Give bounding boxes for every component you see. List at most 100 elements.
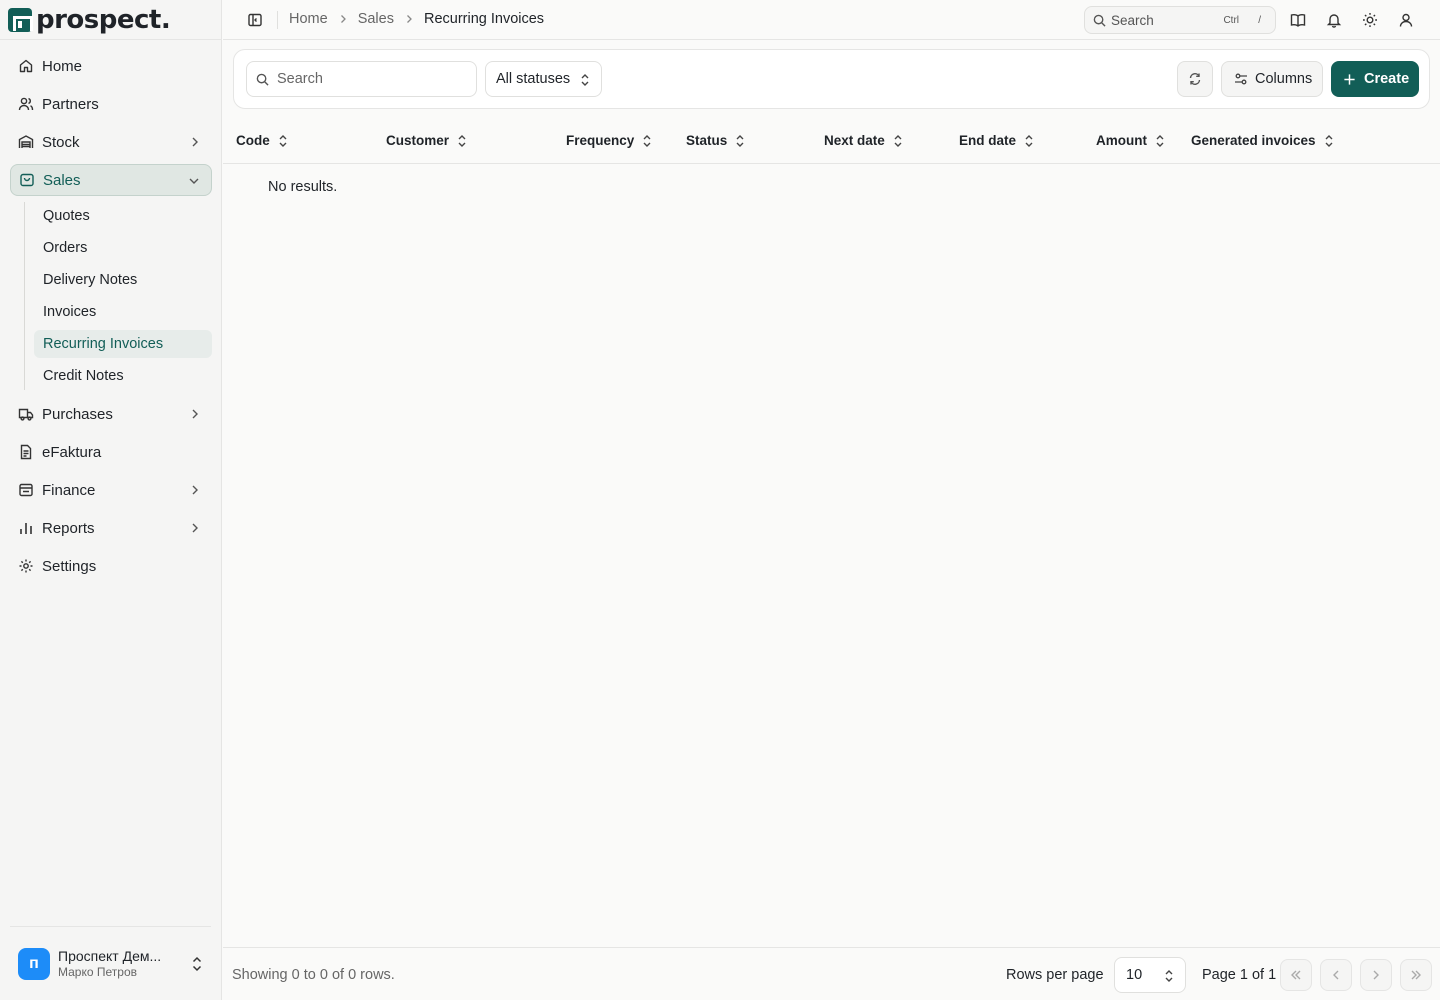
column-header-frequency[interactable]: Frequency <box>566 133 652 148</box>
sort-icon <box>894 134 902 147</box>
breadcrumb-current: Recurring Invoices <box>423 11 545 27</box>
search-icon <box>1093 14 1106 27</box>
sidebar-item-reports[interactable]: Reports <box>10 512 212 544</box>
first-page-button[interactable] <box>1280 959 1312 991</box>
bar-chart-icon <box>20 523 32 534</box>
sidebar-subitem-invoices[interactable]: Invoices <box>34 298 212 326</box>
breadcrumb-home[interactable]: Home <box>289 11 328 27</box>
sidebar-item-label: Partners <box>42 95 99 113</box>
column-header-customer[interactable]: Customer <box>386 133 467 148</box>
sidebar-item-settings[interactable]: Settings <box>10 550 212 582</box>
column-header-generated-invoices[interactable]: Generated invoices <box>1191 133 1334 148</box>
column-header-code[interactable]: Code <box>236 133 288 148</box>
chevron-right-icon <box>407 15 412 23</box>
chevrons-up-down-icon <box>581 74 589 86</box>
chevrons-right-icon <box>1411 970 1421 980</box>
column-header-label: Amount <box>1096 133 1147 148</box>
sidebar-item-finance[interactable]: Finance <box>10 474 212 506</box>
table-toolbar: All statuses Columns Create <box>233 49 1430 109</box>
account-name: Проспект Дем... <box>58 948 162 964</box>
pagination-footer: Showing 0 to 0 of 0 rows. Rows per page … <box>223 947 1440 1000</box>
global-search-label: Search <box>1111 12 1154 28</box>
column-header-amount[interactable]: Amount <box>1096 133 1165 148</box>
logo-text: prospect. <box>36 5 171 35</box>
sidebar-footer-divider <box>10 926 211 927</box>
status-filter-select[interactable]: All statuses <box>485 61 602 97</box>
chevron-right-icon <box>1373 970 1379 980</box>
bell-icon[interactable] <box>1326 12 1342 28</box>
page-info: Page 1 of 1 <box>1202 967 1277 983</box>
chevrons-left-icon <box>1291 970 1301 980</box>
wallet-icon <box>19 483 33 497</box>
rows-per-page-select[interactable]: 10 <box>1114 957 1186 993</box>
sidebar-item-label: Purchases <box>42 405 113 423</box>
shortcut-ctrl: Ctrl <box>1223 14 1239 26</box>
chevron-right-icon <box>192 137 198 147</box>
status-filter-value: All statuses <box>496 71 571 87</box>
warehouse-icon <box>18 135 34 148</box>
column-header-label: Customer <box>386 133 450 148</box>
sidebar-item-label: Finance <box>42 481 96 499</box>
sidebar-subitem-orders[interactable]: Orders <box>34 234 212 262</box>
shortcut-slash: / <box>1258 14 1261 26</box>
sales-submenu: Quotes Orders Delivery Notes Invoices Re… <box>24 202 212 390</box>
column-header-end-date[interactable]: End date <box>959 133 1034 148</box>
global-search[interactable]: Search Ctrl / <box>1084 6 1276 34</box>
refresh-button[interactable] <box>1177 61 1213 97</box>
home-icon <box>19 59 33 73</box>
sidebar-subitem-quotes[interactable]: Quotes <box>34 202 212 230</box>
empty-state-text: No results. <box>268 179 338 195</box>
column-header-label: Next date <box>824 133 885 148</box>
sidebar-item-label: Reports <box>42 519 95 537</box>
chevron-right-icon <box>340 15 346 23</box>
next-page-button[interactable] <box>1360 959 1392 991</box>
book-open-icon[interactable] <box>1290 12 1306 28</box>
sliders-icon <box>1235 73 1247 85</box>
sort-icon <box>643 134 651 147</box>
sidebar-toggle-icon[interactable] <box>247 12 263 28</box>
chevrons-up-down-icon <box>192 956 202 972</box>
user-icon[interactable] <box>1398 12 1414 28</box>
sidebar-subitem-credit-notes[interactable]: Credit Notes <box>34 362 212 390</box>
column-header-label: Code <box>236 133 270 148</box>
row-count-text: Showing 0 to 0 of 0 rows. <box>232 967 395 983</box>
sidebar: prospect. Home Partners Stock Sales Quot… <box>0 0 222 1000</box>
columns-button[interactable]: Columns <box>1221 61 1323 97</box>
column-header-label: Frequency <box>566 133 635 148</box>
breadcrumb-sales[interactable]: Sales <box>358 11 394 27</box>
sidebar-item-partners[interactable]: Partners <box>10 88 212 120</box>
sidebar-item-sales[interactable]: Sales <box>10 164 212 196</box>
table-search[interactable] <box>246 61 477 97</box>
search-icon <box>256 73 269 86</box>
sidebar-divider <box>0 39 221 40</box>
users-icon <box>18 97 34 111</box>
previous-page-button[interactable] <box>1320 959 1352 991</box>
logo[interactable]: prospect. <box>8 4 171 36</box>
column-header-next-date[interactable]: Next date <box>824 133 903 148</box>
breadcrumb: Home Sales Recurring Invoices <box>289 11 544 27</box>
chevron-left-icon <box>1333 970 1339 980</box>
table-search-input[interactable] <box>277 71 467 87</box>
chevron-right-icon <box>192 409 198 419</box>
sidebar-subitem-delivery-notes[interactable]: Delivery Notes <box>34 266 212 294</box>
create-button[interactable]: Create <box>1331 61 1419 97</box>
logo-icon <box>8 8 33 32</box>
column-header-status[interactable]: Status <box>686 133 745 148</box>
sidebar-subitem-recurring-invoices[interactable]: Recurring Invoices <box>34 330 212 358</box>
rows-per-page-label: Rows per page <box>1006 967 1104 983</box>
account-switcher[interactable]: п Проспект Дем... Марко Петров <box>18 947 208 981</box>
sidebar-item-home[interactable]: Home <box>10 50 212 82</box>
sidebar-item-efaktura[interactable]: eFaktura <box>10 436 212 468</box>
create-label: Create <box>1364 71 1410 87</box>
sidebar-item-purchases[interactable]: Purchases <box>10 398 212 430</box>
sun-icon[interactable] <box>1362 12 1378 28</box>
sidebar-item-stock[interactable]: Stock <box>10 126 212 158</box>
sidebar-item-label: Home <box>42 57 83 75</box>
column-header-label: Generated invoices <box>1191 133 1316 148</box>
chevron-down-icon <box>189 178 199 184</box>
truck-icon <box>18 408 34 421</box>
plus-icon <box>1344 73 1355 85</box>
rows-per-page-value: 10 <box>1126 967 1143 983</box>
last-page-button[interactable] <box>1400 959 1432 991</box>
sort-icon <box>1325 134 1333 147</box>
